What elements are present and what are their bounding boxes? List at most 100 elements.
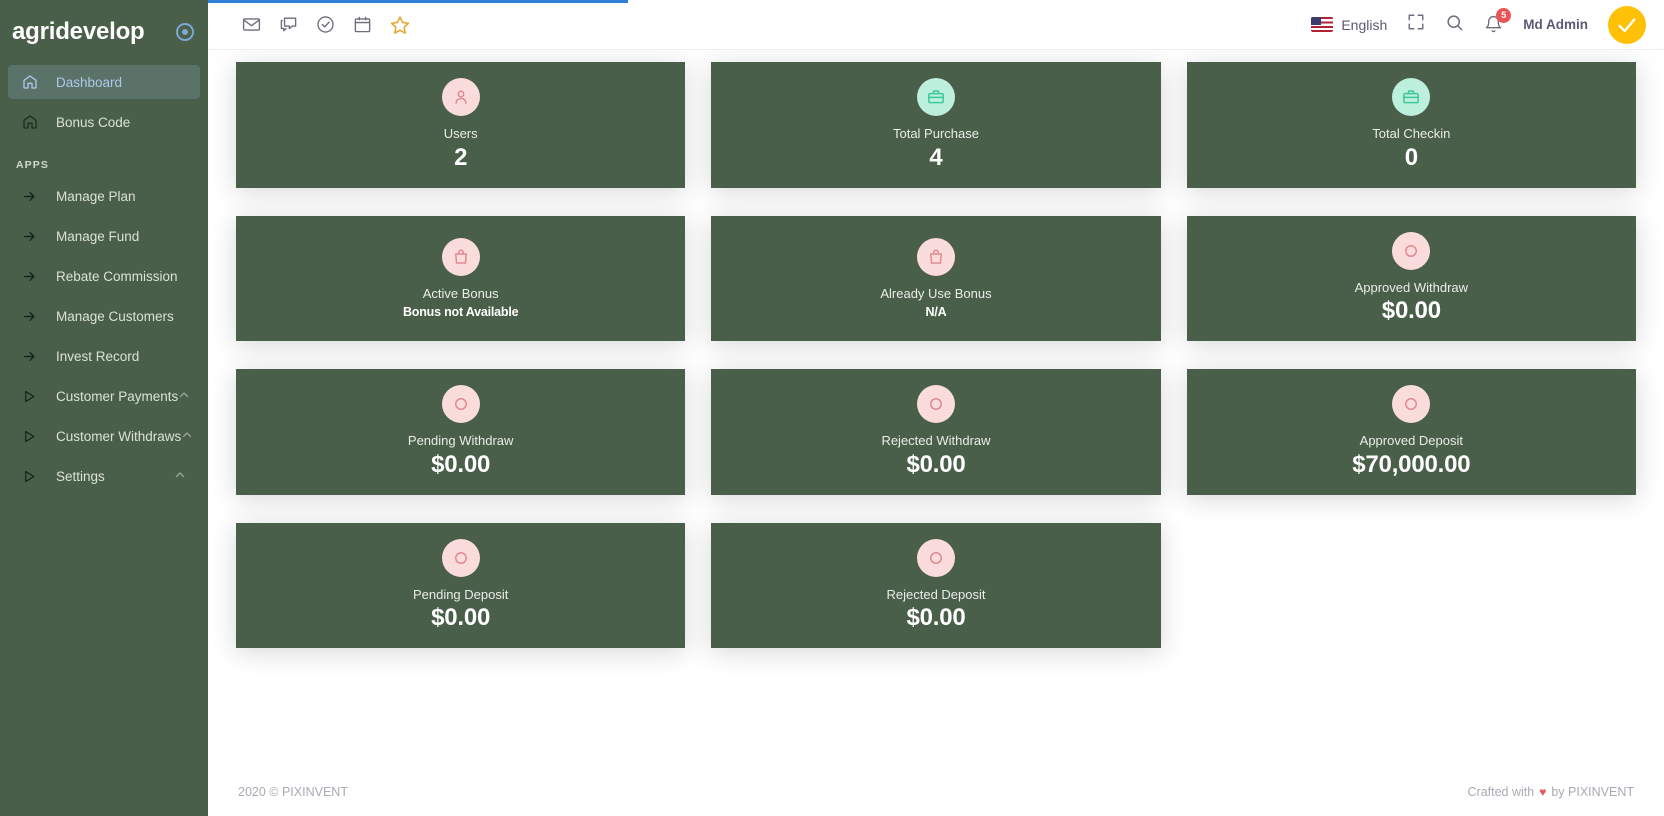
check-circle-icon[interactable] <box>316 15 335 34</box>
page-load-progress-bar <box>208 0 628 3</box>
stat-card-active-bonus[interactable]: Active Bonus Bonus not Available <box>236 215 686 342</box>
sidebar-item-dashboard[interactable]: Dashboard <box>8 65 200 99</box>
stat-card-title: Pending Deposit <box>412 586 509 602</box>
stat-card-value: $0.00 <box>431 604 491 632</box>
stat-card-rejected-withdraw[interactable]: Rejected Withdraw $0.00 <box>711 369 1161 495</box>
stat-card-already-use-bonus[interactable]: Already Use Bonus N/A <box>711 215 1161 342</box>
top-navbar: English 5 Md Admin <box>208 0 1664 50</box>
dashboard-content: Users 2 Total Purchase 4 Total Checkin 0… <box>208 50 1664 768</box>
star-icon[interactable] <box>390 15 410 35</box>
circle-icon <box>441 538 480 577</box>
sidebar-item-label: Customer Payments <box>56 388 179 404</box>
sidebar-item-manage-fund[interactable]: Manage Fund <box>8 219 200 253</box>
notification-badge: 5 <box>1496 8 1512 23</box>
chevron-up-icon <box>174 469 186 484</box>
stat-card-value: $0.00 <box>431 450 491 478</box>
sidebar-item-label: Customer Withdraws <box>56 428 182 444</box>
sidebar-item-manage-plan[interactable]: Manage Plan <box>8 179 200 213</box>
sidebar-item-invest-record[interactable]: Invest Record <box>8 339 200 373</box>
stat-card-value: N/A <box>925 304 947 319</box>
stat-card-approved-deposit[interactable]: Approved Deposit $70,000.00 <box>1186 369 1636 495</box>
shopping-bag-icon <box>916 238 955 277</box>
sidebar-item-label: Manage Fund <box>56 228 140 244</box>
sidebar-item-label: Dashboard <box>56 74 123 90</box>
stat-card-title: Rejected Deposit <box>886 586 986 602</box>
stat-card-title: Approved Withdraw <box>1354 279 1469 295</box>
stat-card-rejected-deposit[interactable]: Rejected Deposit $0.00 <box>711 522 1161 649</box>
stat-card-value: $0.00 <box>906 604 966 632</box>
stat-card-value: 2 <box>454 143 468 171</box>
arrow-right-icon <box>22 349 44 364</box>
sidebar-item-label: Bonus Code <box>56 114 131 130</box>
sidebar-item-label: Manage Plan <box>56 188 136 204</box>
sidebar-item-label: Settings <box>56 468 105 484</box>
footer-credit: Crafted with ♥ by PIXINVENT <box>1468 785 1635 799</box>
heart-icon: ♥ <box>1539 785 1547 799</box>
triangle-right-icon <box>22 469 44 484</box>
search-icon[interactable] <box>1445 13 1464 37</box>
stat-card-title: Users <box>443 126 478 141</box>
circle-icon <box>916 538 955 577</box>
briefcase-icon <box>1392 78 1431 116</box>
language-selector[interactable]: English <box>1311 17 1387 33</box>
stat-card-total-checkin[interactable]: Total Checkin 0 <box>1186 62 1636 188</box>
stat-card-value: $0.00 <box>1381 297 1441 325</box>
stat-card-title: Rejected Withdraw <box>881 433 991 449</box>
sidebar-item-label: Manage Customers <box>56 308 174 324</box>
calendar-icon[interactable] <box>353 15 372 34</box>
triangle-right-icon <box>22 429 44 444</box>
sidebar-item-customer-payments[interactable]: Customer Payments <box>8 379 200 413</box>
arrow-right-icon <box>22 189 44 204</box>
language-label: English <box>1341 16 1388 33</box>
main-area: English 5 Md Admin Users 2 Total Purchas… <box>208 0 1664 816</box>
user-name-label: Md Admin <box>1523 17 1588 32</box>
avatar[interactable] <box>1608 5 1646 44</box>
sidebar-item-settings[interactable]: Settings <box>8 459 200 493</box>
us-flag-icon <box>1311 17 1334 32</box>
home-icon <box>22 114 44 130</box>
sidebar-item-manage-customers[interactable]: Manage Customers <box>8 299 200 333</box>
app-root: agridevelop Dashboard Bonus Code APPS Ma… <box>0 0 1664 816</box>
stat-card-title: Approved Deposit <box>1359 433 1463 449</box>
sidebar-item-rebate-commission[interactable]: Rebate Commission <box>8 259 200 293</box>
footer-credit-suffix: by PIXINVENT <box>1551 785 1634 799</box>
stat-card-value: Bonus not Available <box>402 304 519 319</box>
stat-card-title: Total Purchase <box>892 126 979 141</box>
stat-card-value: $70,000.00 <box>1352 450 1471 478</box>
triangle-right-icon <box>22 389 44 404</box>
page-footer: 2020 © PIXINVENT Crafted with ♥ by PIXIN… <box>208 768 1664 816</box>
sidebar-brand[interactable]: agridevelop <box>0 0 208 63</box>
circle-icon <box>1392 231 1431 270</box>
sidebar-item-customer-withdraws[interactable]: Customer Withdraws <box>8 419 200 453</box>
stat-card-value: 4 <box>929 143 943 171</box>
sidebar-nav: Dashboard Bonus Code APPS Manage Plan Ma… <box>0 63 208 493</box>
sidebar-item-label: Invest Record <box>56 348 140 364</box>
circle-icon <box>916 385 955 424</box>
stat-card-approved-withdraw[interactable]: Approved Withdraw $0.00 <box>1186 215 1636 342</box>
user-icon <box>441 78 480 116</box>
stat-cards-grid: Users 2 Total Purchase 4 Total Checkin 0… <box>236 62 1636 649</box>
arrow-right-icon <box>22 269 44 284</box>
stat-card-title: Pending Withdraw <box>407 433 514 449</box>
chat-icon[interactable] <box>279 15 298 34</box>
mail-icon[interactable] <box>242 15 261 34</box>
briefcase-icon <box>916 78 955 116</box>
stat-card-users[interactable]: Users 2 <box>236 62 686 188</box>
sidebar-section-apps: APPS <box>16 159 49 171</box>
sidebar: agridevelop Dashboard Bonus Code APPS Ma… <box>0 0 208 816</box>
circle-icon <box>441 385 480 424</box>
stat-card-title: Active Bonus <box>422 286 499 302</box>
brand-name: agridevelop <box>12 17 145 45</box>
stat-card-pending-deposit[interactable]: Pending Deposit $0.00 <box>236 522 686 649</box>
stat-card-title: Total Checkin <box>1372 126 1451 141</box>
stat-card-value: $0.00 <box>906 450 966 478</box>
sidebar-item-bonus-code[interactable]: Bonus Code <box>8 105 200 139</box>
notifications-button[interactable]: 5 <box>1484 8 1512 34</box>
arrow-right-icon <box>22 229 44 244</box>
shopping-bag-icon <box>441 238 480 277</box>
stat-card-total-purchase[interactable]: Total Purchase 4 <box>711 62 1161 188</box>
circle-target-icon[interactable] <box>176 22 194 41</box>
navbar-left-icons <box>242 15 410 35</box>
fullscreen-icon[interactable] <box>1407 13 1425 36</box>
stat-card-pending-withdraw[interactable]: Pending Withdraw $0.00 <box>236 369 686 495</box>
